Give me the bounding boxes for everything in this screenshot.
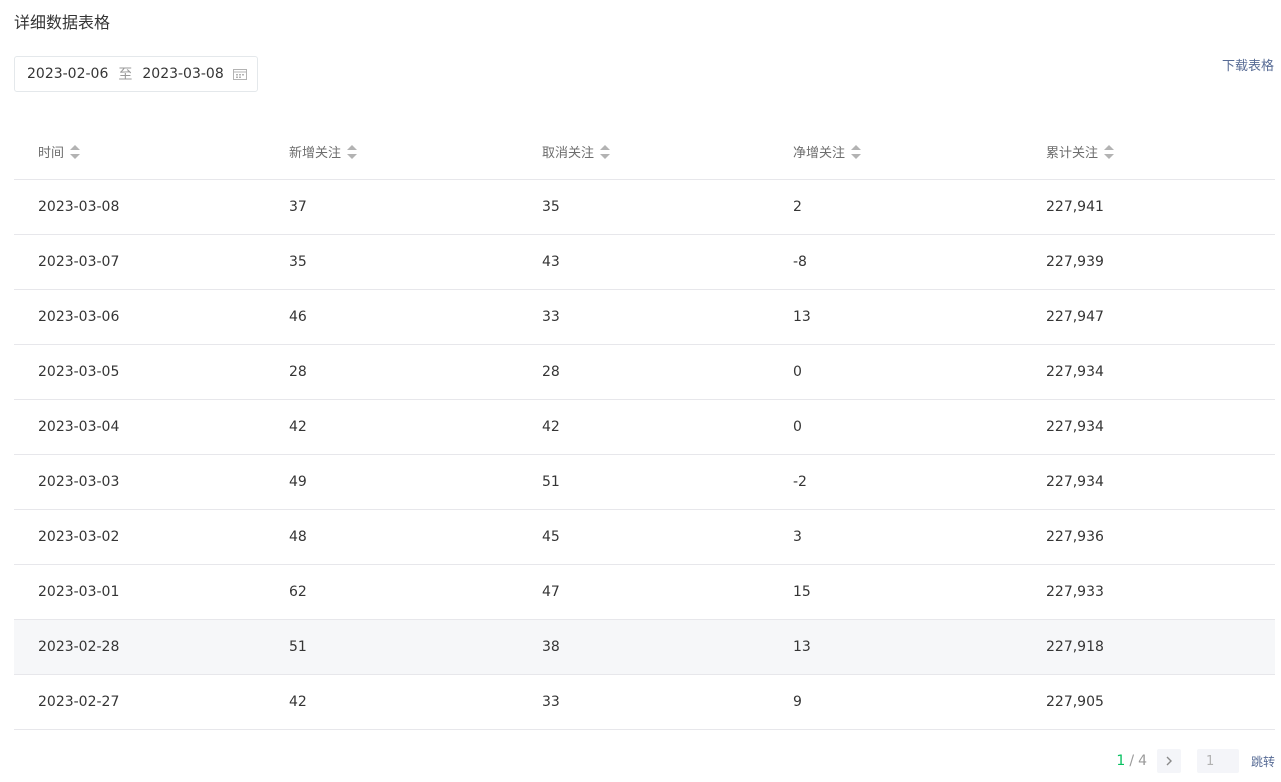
cell-date: 2023-03-03: [38, 474, 120, 490]
table-row: 2023-03-04 42 42 0 227,934: [14, 400, 1275, 455]
cell-net-follows: 13: [793, 639, 811, 655]
table-row: 2023-03-03 49 51 -2 227,934: [14, 455, 1275, 510]
table-row-highlighted: 2023-02-28 51 38 13 227,918: [14, 620, 1275, 675]
cell-net-follows: 13: [793, 309, 811, 325]
section-title: 详细数据表格: [14, 13, 111, 32]
cell-unfollows: 43: [542, 254, 560, 270]
column-header-label: 新增关注: [289, 146, 342, 161]
cell-total-follows: 227,939: [1046, 254, 1104, 270]
cell-date: 2023-02-28: [38, 639, 120, 655]
table-body: 2023-03-08 37 35 2 227,941 2023-03-07 35…: [14, 180, 1275, 730]
cell-date: 2023-03-08: [38, 199, 120, 215]
cell-new-follows: 46: [289, 309, 307, 325]
cell-new-follows: 37: [289, 199, 307, 215]
cell-date: 2023-03-07: [38, 254, 120, 270]
cell-total-follows: 227,905: [1046, 694, 1104, 710]
cell-total-follows: 227,934: [1046, 364, 1104, 380]
cell-unfollows: 33: [542, 694, 560, 710]
column-header-label: 累计关注: [1046, 146, 1099, 161]
column-header-total-follows[interactable]: 累计关注: [1022, 142, 1275, 161]
column-header-time[interactable]: 时间: [14, 142, 266, 161]
sort-icon[interactable]: [851, 144, 862, 159]
table-row: 2023-03-05 28 28 0 227,934: [14, 345, 1275, 400]
cell-date: 2023-03-06: [38, 309, 120, 325]
column-header-net-follows[interactable]: 净增关注: [770, 142, 1022, 161]
cell-net-follows: 9: [793, 694, 802, 710]
cell-unfollows: 51: [542, 474, 560, 490]
cell-unfollows: 45: [542, 529, 560, 545]
cell-date: 2023-02-27: [38, 694, 120, 710]
column-header-label: 取消关注: [542, 146, 595, 161]
chevron-right-icon: [1166, 756, 1172, 766]
cell-new-follows: 42: [289, 694, 307, 710]
cell-total-follows: 227,947: [1046, 309, 1104, 325]
cell-date: 2023-03-05: [38, 364, 120, 380]
page-total: 4: [1138, 753, 1147, 769]
cell-net-follows: -8: [793, 254, 807, 270]
cell-total-follows: 227,936: [1046, 529, 1104, 545]
table-row: 2023-03-07 35 43 -8 227,939: [14, 235, 1275, 290]
cell-new-follows: 48: [289, 529, 307, 545]
cell-new-follows: 62: [289, 584, 307, 600]
cell-new-follows: 35: [289, 254, 307, 270]
column-header-label: 净增关注: [793, 146, 846, 161]
date-range-end: 2023-03-08: [142, 66, 224, 82]
cell-date: 2023-03-01: [38, 584, 120, 600]
table-row: 2023-03-01 62 47 15 227,933: [14, 565, 1275, 620]
cell-net-follows: 15: [793, 584, 811, 600]
cell-date: 2023-03-04: [38, 419, 120, 435]
cell-total-follows: 227,934: [1046, 474, 1104, 490]
cell-total-follows: 227,941: [1046, 199, 1104, 215]
data-table: 时间 新增关注 取消关注 净增关注 累计关注 2023-03-08 37 35 …: [14, 124, 1275, 730]
calendar-icon: [233, 69, 247, 80]
cell-total-follows: 227,918: [1046, 639, 1104, 655]
cell-unfollows: 47: [542, 584, 560, 600]
cell-new-follows: 49: [289, 474, 307, 490]
cell-net-follows: 0: [793, 419, 802, 435]
pagination: 1 / 4 跳转: [1116, 749, 1275, 773]
cell-new-follows: 51: [289, 639, 307, 655]
column-header-new-follows[interactable]: 新增关注: [266, 142, 518, 161]
next-page-button[interactable]: [1156, 749, 1181, 773]
date-range-separator: 至: [118, 67, 133, 83]
column-header-label: 时间: [38, 146, 65, 161]
cell-net-follows: -2: [793, 474, 807, 490]
sort-icon[interactable]: [1104, 144, 1115, 159]
sort-icon[interactable]: [70, 144, 81, 159]
table-row: 2023-03-02 48 45 3 227,936: [14, 510, 1275, 565]
sort-icon[interactable]: [347, 144, 358, 159]
table-row: 2023-02-27 42 33 9 227,905: [14, 675, 1275, 730]
cell-net-follows: 3: [793, 529, 802, 545]
table-row: 2023-03-06 46 33 13 227,947: [14, 290, 1275, 345]
page-separator: /: [1129, 753, 1135, 769]
cell-net-follows: 2: [793, 199, 802, 215]
cell-unfollows: 33: [542, 309, 560, 325]
column-header-unfollows[interactable]: 取消关注: [518, 142, 770, 161]
date-range-start: 2023-02-06: [27, 66, 109, 82]
cell-date: 2023-03-02: [38, 529, 120, 545]
cell-total-follows: 227,934: [1046, 419, 1104, 435]
cell-unfollows: 42: [542, 419, 560, 435]
cell-net-follows: 0: [793, 364, 802, 380]
jump-button[interactable]: 跳转: [1251, 753, 1275, 770]
cell-new-follows: 28: [289, 364, 307, 380]
cell-new-follows: 42: [289, 419, 307, 435]
page-jump-input[interactable]: [1196, 749, 1239, 773]
cell-unfollows: 38: [542, 639, 560, 655]
date-range-picker[interactable]: 2023-02-06 至 2023-03-08: [14, 56, 258, 92]
cell-total-follows: 227,933: [1046, 584, 1104, 600]
table-row: 2023-03-08 37 35 2 227,941: [14, 180, 1275, 235]
table-header: 时间 新增关注 取消关注 净增关注 累计关注: [14, 124, 1275, 180]
page-current: 1: [1116, 753, 1126, 769]
sort-icon[interactable]: [600, 144, 611, 159]
download-table-link[interactable]: 下载表格: [1222, 58, 1274, 76]
cell-unfollows: 28: [542, 364, 560, 380]
cell-unfollows: 35: [542, 199, 560, 215]
